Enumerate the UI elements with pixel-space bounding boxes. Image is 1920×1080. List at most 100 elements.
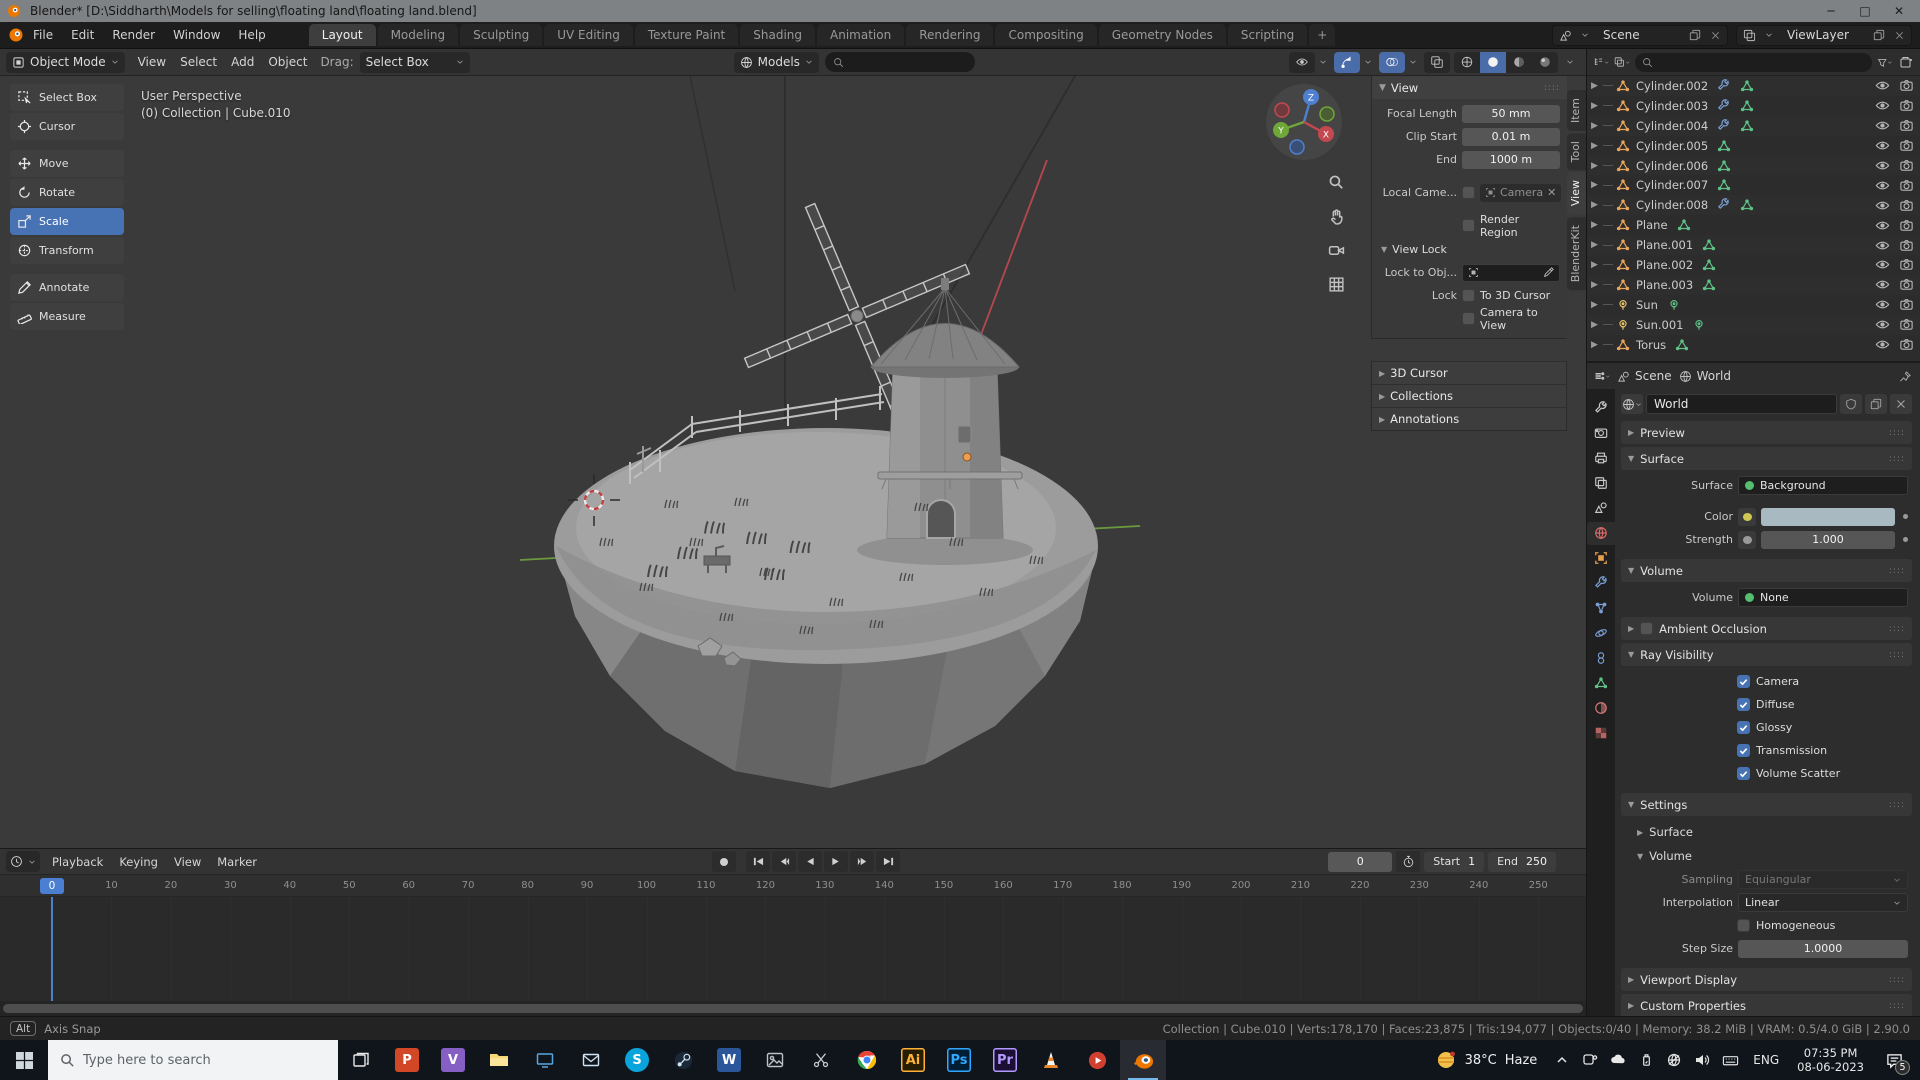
menu-help[interactable]: Help (229, 25, 274, 45)
tab-modeling[interactable]: Modeling (377, 24, 459, 46)
outliner-row-cylinder-004[interactable]: ▶ Cylinder.004 (1587, 115, 1920, 136)
menu-render[interactable]: Render (103, 25, 164, 45)
modifier-wrench-icon[interactable] (1717, 118, 1731, 133)
disable-render-camera-icon[interactable] (1899, 297, 1914, 312)
interpolation-dropdown[interactable]: Linear (1738, 893, 1908, 912)
fake-user-shield-icon[interactable] (1840, 394, 1862, 414)
mesh-data-icon[interactable] (1717, 139, 1731, 153)
teams-icon[interactable] (1577, 1040, 1603, 1080)
viewport-search-input[interactable] (824, 52, 975, 72)
mesh-data-icon[interactable] (1717, 159, 1731, 173)
viewport-display-panel-header[interactable]: ▶ Viewport Display :::: (1621, 968, 1912, 991)
view-lock-subpanel-header[interactable]: ▼ View Lock (1379, 239, 1560, 259)
expand-caret-icon[interactable]: ▶ (1591, 340, 1600, 350)
world-color-swatch[interactable] (1761, 507, 1895, 526)
expand-caret-icon[interactable]: ▶ (1591, 220, 1600, 230)
n-panel-tab-tool[interactable]: Tool (1567, 133, 1586, 171)
hide-eye-icon[interactable] (1875, 317, 1890, 332)
keyframe-dot[interactable] (1903, 537, 1908, 542)
object-name[interactable]: Cylinder.007 (1636, 178, 1708, 192)
lock-3d-cursor-checkbox[interactable] (1462, 289, 1475, 302)
tab-uv-editing[interactable]: UV Editing (544, 24, 633, 46)
tool-annotate[interactable]: Annotate (10, 274, 124, 301)
expand-caret-icon[interactable]: ▶ (1591, 320, 1600, 330)
weather-widget[interactable]: 38°C Haze (1425, 1049, 1548, 1071)
outliner-row-plane[interactable]: ▶ Plane (1587, 215, 1920, 235)
tool-rotate[interactable]: Rotate (10, 179, 124, 206)
tool-measure[interactable]: Measure (10, 303, 124, 330)
expand-caret-icon[interactable]: ▶ (1591, 161, 1600, 171)
properties-tab-view-layer[interactable] (1587, 472, 1615, 495)
tab-geometry-nodes[interactable]: Geometry Nodes (1098, 24, 1226, 46)
properties-tab-world[interactable] (1587, 522, 1615, 545)
disable-render-camera-icon[interactable] (1899, 198, 1914, 213)
tab-shading[interactable]: Shading (740, 24, 815, 46)
expand-caret-icon[interactable]: ▶ (1591, 240, 1600, 250)
show-gizmo-toggle[interactable] (1334, 51, 1360, 73)
world-name-field[interactable]: World (1646, 394, 1837, 414)
camera-to-view-checkbox[interactable] (1462, 312, 1475, 325)
disable-render-camera-icon[interactable] (1899, 138, 1914, 153)
local-camera-checkbox[interactable] (1462, 186, 1475, 199)
outliner-row-cylinder-008[interactable]: ▶ Cylinder.008 (1587, 195, 1920, 216)
play-button[interactable] (824, 851, 848, 872)
disable-render-camera-icon[interactable] (1899, 277, 1914, 292)
shading-rendered-button[interactable] (1532, 52, 1558, 73)
clock[interactable]: 07:35 PM 08-06-2023 (1789, 1046, 1872, 1074)
expand-caret-icon[interactable]: ▶ (1591, 280, 1600, 290)
copy-icon[interactable] (1687, 27, 1703, 43)
start-button[interactable] (0, 1040, 48, 1080)
drag-tool-dropdown[interactable]: Select Box (359, 51, 470, 73)
hide-eye-icon[interactable] (1875, 158, 1890, 173)
expand-caret-icon[interactable]: ▶ (1591, 300, 1600, 310)
tab-animation[interactable]: Animation (817, 24, 905, 46)
jump-to-end-button[interactable] (876, 851, 900, 872)
unlink-x-icon[interactable] (1890, 394, 1912, 414)
hide-eye-icon[interactable] (1875, 238, 1890, 253)
close-icon[interactable] (1707, 27, 1723, 43)
visual-studio-icon[interactable]: V (430, 1040, 476, 1080)
camera-checkbox[interactable] (1737, 675, 1750, 688)
mesh-data-icon[interactable] (1740, 119, 1754, 133)
ambient-occlusion-checkbox[interactable] (1640, 622, 1654, 635)
lock-to-object-field[interactable] (1462, 263, 1560, 282)
modifier-wrench-icon[interactable] (1717, 198, 1731, 212)
homogeneous-checkbox[interactable] (1737, 919, 1750, 932)
surface-panel-header[interactable]: ▼ Surface :::: (1621, 447, 1912, 470)
filter-icon[interactable] (1877, 54, 1893, 70)
mesh-data-icon[interactable] (1677, 218, 1691, 232)
timeline-scrollbar[interactable] (0, 1001, 1586, 1016)
glossy-checkbox[interactable] (1737, 721, 1750, 734)
hide-eye-icon[interactable] (1875, 98, 1890, 113)
disable-render-camera-icon[interactable] (1899, 238, 1914, 253)
previous-keyframe-button[interactable] (772, 851, 796, 872)
disable-render-camera-icon[interactable] (1899, 317, 1914, 332)
new-collection-icon[interactable] (1898, 54, 1914, 70)
close-button[interactable]: ✕ (1884, 2, 1914, 20)
panel-annotations[interactable]: ▶ Annotations (1372, 407, 1566, 430)
light-data-icon[interactable] (1692, 318, 1706, 332)
copy-icon[interactable] (1871, 27, 1887, 43)
settings-surface-subpanel[interactable]: ▶ Surface (1625, 822, 1908, 842)
object-name[interactable]: Cylinder.003 (1636, 99, 1708, 113)
properties-tab-texture[interactable] (1587, 722, 1615, 745)
transmission-checkbox[interactable] (1737, 744, 1750, 757)
mail-icon[interactable] (568, 1040, 614, 1080)
mesh-data-icon[interactable] (1740, 79, 1754, 93)
hide-eye-icon[interactable] (1875, 118, 1890, 133)
hide-eye-icon[interactable] (1875, 138, 1890, 153)
menu-edit[interactable]: Edit (62, 25, 103, 45)
timeline-menu-marker[interactable]: Marker (209, 852, 265, 872)
object-name[interactable]: Cylinder.008 (1636, 198, 1708, 212)
color-socket-icon[interactable] (1738, 507, 1756, 526)
outliner-row-cylinder-006[interactable]: ▶ Cylinder.006 (1587, 155, 1920, 176)
properties-tab-physics[interactable] (1587, 622, 1615, 645)
frame-start-field[interactable]: Start 1 (1424, 851, 1485, 872)
shading-wireframe-button[interactable] (1454, 52, 1480, 73)
clip-start-field[interactable]: 0.01 m (1462, 127, 1560, 146)
play-reverse-button[interactable] (798, 851, 822, 872)
timeline-tracks[interactable] (0, 897, 1586, 1001)
n-panel-tab-blenderkit[interactable]: BlenderKit (1567, 216, 1586, 290)
ambient-occlusion-panel-header[interactable]: ▶ Ambient Occlusion :::: (1621, 617, 1912, 640)
chevron-down-icon[interactable] (1406, 52, 1420, 73)
